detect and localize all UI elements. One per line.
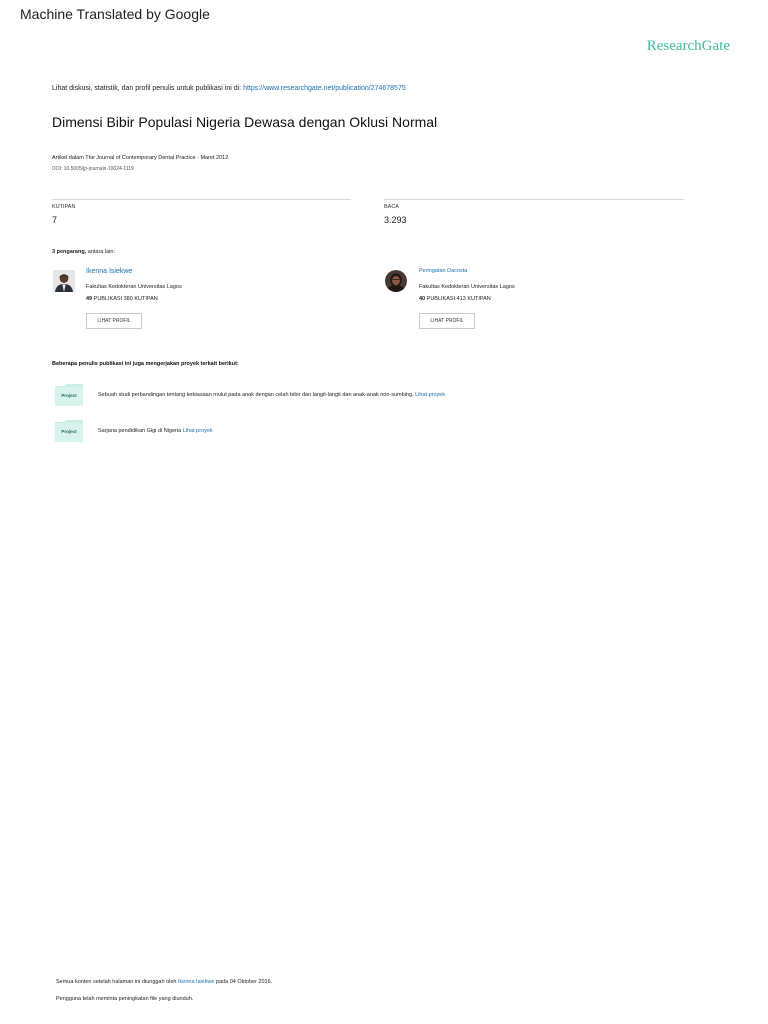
project-description: Sarjana pendidikan Gigi di Nigeria Lihat… bbox=[98, 428, 213, 434]
project-folder-icon[interactable]: Project bbox=[55, 384, 83, 406]
author-stats: 40 PUBLIKASI 413 KUTIPAN bbox=[419, 296, 491, 302]
page-title: Dimensi Bibir Populasi Nigeria Dewasa de… bbox=[52, 114, 438, 130]
author-avatar[interactable] bbox=[385, 270, 407, 292]
author-stats-rest: PUBLIKASI 413 KUTIPAN bbox=[425, 296, 491, 302]
author-stats-rest: PUBLIKASI 380 KUTIPAN bbox=[92, 296, 158, 302]
view-discussion-line: Lihat diskusi, statistik, dan profil pen… bbox=[52, 85, 406, 92]
authors-heading-rest: antara lain: bbox=[86, 249, 115, 255]
citations-divider bbox=[52, 199, 351, 200]
project-description: Sebuah studi perbandingan tentang kebias… bbox=[98, 392, 445, 398]
authors-count: 3 pengarang, bbox=[52, 249, 87, 255]
article-type-label: Artikel bbox=[52, 155, 68, 161]
author-stats: 49 PUBLIKASI 380 KUTIPAN bbox=[86, 296, 158, 302]
view-project-link[interactable]: Lihat proyek bbox=[183, 428, 213, 434]
author-name-link[interactable]: Peringatan Dacosta bbox=[419, 268, 467, 274]
upload-note-prefix: Semua konten setelah halaman ini diungga… bbox=[56, 979, 179, 985]
view-profile-button[interactable]: LIHAT PROFIL bbox=[86, 313, 142, 329]
authors-heading: 3 pengarang, antara lain: bbox=[52, 249, 115, 255]
author-photo-icon bbox=[385, 270, 407, 292]
doi-text: DOI: 10.5005/jp-journals-10024-1119 bbox=[52, 166, 134, 172]
view-discussion-text: Lihat diskusi, statistik, dan profil pen… bbox=[52, 85, 242, 92]
view-project-link[interactable]: Lihat proyek bbox=[415, 392, 445, 398]
upload-note-date: pada 04 Oktober 2016. bbox=[214, 979, 273, 985]
project-badge: Project bbox=[61, 393, 77, 398]
researchgate-logo[interactable]: ResearchGate bbox=[647, 38, 730, 55]
project-badge: Project bbox=[61, 429, 77, 434]
journal-info: dalam The Journal of Contemporary Dental… bbox=[67, 155, 229, 161]
related-projects-heading: Beberapa penulis publikasi ini juga meng… bbox=[52, 361, 239, 367]
reads-label: BACA bbox=[384, 204, 399, 210]
author-avatar[interactable] bbox=[53, 270, 75, 292]
project-title: Sarjana pendidikan Gigi di Nigeria bbox=[98, 428, 182, 434]
uploader-link[interactable]: Ikenna Isiekwe bbox=[178, 979, 214, 985]
author-institution: Fakultas Kedokteran Universitas Lagos bbox=[419, 284, 515, 290]
machine-translation-banner: Machine Translated by Google bbox=[20, 6, 210, 22]
upload-note: Semua konten setelah halaman ini diungga… bbox=[56, 979, 272, 985]
author-institution: Fakultas Kedokteran Universitas Lagos bbox=[86, 284, 182, 290]
project-title: Sebuah studi perbandingan tentang kebias… bbox=[98, 392, 414, 398]
article-info: Artikel dalam The Journal of Contemporar… bbox=[52, 155, 228, 161]
download-enhancement-note: Pengguna telah meminta peningkatan file … bbox=[56, 996, 194, 1002]
reads-divider bbox=[384, 199, 684, 200]
project-folder-icon[interactable]: Project bbox=[55, 420, 83, 442]
view-profile-button[interactable]: LIHAT PROFIL bbox=[419, 313, 475, 329]
author-photo-icon bbox=[53, 270, 75, 292]
reads-count: 3.293 bbox=[384, 215, 407, 225]
publication-url-link[interactable]: https://www.researchgate.net/publication… bbox=[243, 85, 406, 92]
citations-count: 7 bbox=[52, 215, 58, 225]
citations-label: KUTIPAN bbox=[52, 204, 76, 210]
author-name-link[interactable]: Ikenna Isiekwe bbox=[86, 268, 132, 275]
